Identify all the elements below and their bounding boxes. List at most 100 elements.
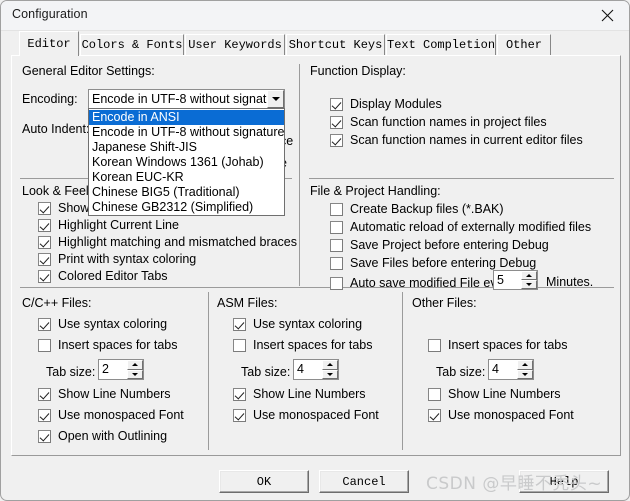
autosave-minutes-stepper[interactable]: 5: [493, 270, 538, 290]
checkbox-display-modules[interactable]: Display Modules: [330, 97, 442, 111]
checkbox-other-use-monospaced-font[interactable]: Use monospaced Font: [428, 408, 574, 422]
tab-shortcut-keys[interactable]: Shortcut Keys: [286, 34, 385, 55]
checkbox-label: Use syntax coloring: [58, 317, 168, 331]
checkbox-icon: [330, 202, 343, 216]
checkbox-colored-editor-tabs[interactable]: Colored Editor Tabs: [38, 269, 168, 283]
dropdown-item-korean-johab[interactable]: Korean Windows 1361 (Johab): [89, 155, 284, 170]
checkbox-label: Show Line Numbers: [58, 387, 171, 401]
checkbox-other-insert-spaces-for-tabs[interactable]: Insert spaces for tabs: [428, 338, 568, 352]
cancel-button[interactable]: Cancel: [319, 470, 409, 493]
encoding-label: Encoding:: [22, 92, 78, 106]
checkbox-other-show-line-numbers[interactable]: Show Line Numbers: [428, 387, 561, 401]
checkbox-label: Highlight matching and mismatched braces: [58, 235, 298, 249]
dropdown-item-japanese-shift-jis[interactable]: Japanese Shift-JIS: [89, 140, 284, 155]
encoding-combobox[interactable]: Encode in UTF-8 without signature: [88, 89, 285, 109]
checkbox-icon: [233, 387, 246, 401]
other-tab-size-stepper[interactable]: 4: [488, 359, 534, 380]
checkbox-automatic-reload-externally-modified[interactable]: Automatic reload of externally modified …: [330, 220, 591, 234]
checkbox-highlight-current-line[interactable]: Highlight Current Line: [38, 218, 179, 232]
tab-editor[interactable]: Editor: [19, 31, 79, 56]
tab-colors-fonts[interactable]: Colors & Fonts: [80, 34, 184, 55]
chevron-down-icon[interactable]: [267, 90, 284, 108]
stepper-up-icon[interactable]: [517, 360, 533, 370]
checkbox-cpp-show-line-numbers[interactable]: Show Line Numbers: [38, 387, 171, 401]
asm-tab-size-value: 4: [297, 362, 304, 376]
look-and-feel-title: Look & Feel:: [22, 184, 93, 198]
stepper-down-icon[interactable]: [521, 280, 537, 289]
stepper-up-icon[interactable]: [127, 360, 143, 370]
checkbox-cpp-open-with-outlining[interactable]: Open with Outlining: [38, 429, 167, 443]
checkbox-icon: [330, 133, 343, 147]
checkbox-scan-function-names-project-files[interactable]: Scan function names in project files: [330, 115, 547, 129]
checkbox-icon: [38, 235, 51, 249]
tab-other[interactable]: Other: [497, 34, 551, 55]
dropdown-item-chinese-gb2312[interactable]: Chinese GB2312 (Simplified): [89, 200, 284, 215]
window-title: Configuration: [12, 7, 88, 21]
checkbox-icon: [38, 201, 51, 215]
autosave-minutes-suffix: Minutes.: [546, 275, 594, 289]
checkbox-label: Print with syntax coloring: [58, 252, 197, 266]
asm-tab-size-stepper[interactable]: 4: [293, 359, 339, 380]
dropdown-item-chinese-big5[interactable]: Chinese BIG5 (Traditional): [89, 185, 284, 200]
encoding-dropdown-list[interactable]: Encode in ANSI Encode in UTF-8 without s…: [88, 108, 285, 216]
cpp-tab-size-label: Tab size:: [46, 365, 96, 379]
column-divider-upper: [299, 64, 300, 286]
cpp-tab-size-stepper[interactable]: 2: [98, 359, 144, 380]
help-button[interactable]: Help: [519, 470, 609, 493]
checkbox-icon: [38, 317, 51, 331]
close-button[interactable]: [585, 1, 629, 30]
checkbox-label: Auto save modified File every: [350, 276, 514, 290]
checkbox-highlight-braces[interactable]: Highlight matching and mismatched braces: [38, 235, 297, 249]
tab-user-keywords[interactable]: User Keywords: [185, 34, 285, 55]
checkbox-asm-use-syntax-coloring[interactable]: Use syntax coloring: [233, 317, 362, 331]
checkbox-save-files-before-debug[interactable]: Save Files before entering Debug: [330, 256, 536, 270]
checkbox-label: Scan function names in project files: [350, 115, 547, 129]
stepper-up-icon[interactable]: [521, 271, 537, 280]
checkbox-label: Save Project before entering Debug: [350, 238, 549, 252]
checkbox-label: Save Files before entering Debug: [350, 256, 537, 270]
divider-cpp-asm: [208, 292, 209, 450]
dropdown-item-encode-ansi[interactable]: Encode in ANSI: [89, 110, 284, 125]
checkbox-cpp-use-syntax-coloring[interactable]: Use syntax coloring: [38, 317, 167, 331]
checkbox-asm-show-line-numbers[interactable]: Show Line Numbers: [233, 387, 366, 401]
autosave-minutes-value: 5: [497, 273, 504, 287]
checkbox-label: Insert spaces for tabs: [58, 338, 178, 352]
ok-button[interactable]: OK: [219, 470, 309, 493]
checkbox-icon: [428, 338, 441, 352]
divider-file-project: [309, 178, 614, 179]
checkbox-label: Insert spaces for tabs: [253, 338, 373, 352]
checkbox-icon: [38, 269, 51, 283]
checkbox-label: Use monospaced Font: [448, 408, 574, 422]
checkbox-label: Open with Outlining: [58, 429, 168, 443]
checkbox-label: Insert spaces for tabs: [448, 338, 568, 352]
tab-text-completion[interactable]: Text Completion: [386, 34, 496, 55]
checkbox-label: Use syntax coloring: [253, 317, 363, 331]
checkbox-save-project-before-debug[interactable]: Save Project before entering Debug: [330, 238, 549, 252]
divider-asm-other: [402, 292, 403, 450]
auto-indent-label: Auto Indent:: [22, 122, 90, 136]
title-bar: Configuration: [1, 1, 629, 31]
checkbox-asm-use-monospaced-font[interactable]: Use monospaced Font: [233, 408, 379, 422]
asm-files-title: ASM Files:: [217, 296, 278, 310]
checkbox-label: Display Modules: [350, 97, 442, 111]
checkbox-label: Use monospaced Font: [58, 408, 184, 422]
dropdown-item-korean-euc-kr[interactable]: Korean EUC-KR: [89, 170, 284, 185]
checkbox-cpp-insert-spaces-for-tabs[interactable]: Insert spaces for tabs: [38, 338, 178, 352]
checkbox-asm-insert-spaces-for-tabs[interactable]: Insert spaces for tabs: [233, 338, 373, 352]
checkbox-create-backup-files[interactable]: Create Backup files (*.BAK): [330, 202, 504, 216]
stepper-up-icon[interactable]: [322, 360, 338, 370]
dropdown-item-encode-utf8[interactable]: Encode in UTF-8 without signature: [89, 125, 284, 140]
checkbox-scan-function-names-current-editor-files[interactable]: Scan function names in current editor fi…: [330, 133, 583, 147]
stepper-down-icon[interactable]: [322, 369, 338, 379]
screenshot-root: Configuration Editor Colors & Fonts User…: [0, 0, 630, 501]
checkbox-auto-save-modified-file[interactable]: Auto save modified File every: [330, 276, 514, 290]
checkbox-print-with-syntax-coloring[interactable]: Print with syntax coloring: [38, 252, 196, 266]
checkbox-cpp-use-monospaced-font[interactable]: Use monospaced Font: [38, 408, 184, 422]
asm-tab-size-label: Tab size:: [241, 365, 291, 379]
stepper-down-icon[interactable]: [127, 369, 143, 379]
checkbox-icon: [38, 252, 51, 266]
stepper-down-icon[interactable]: [517, 369, 533, 379]
encoding-combobox-value: Encode in UTF-8 without signature: [92, 92, 267, 106]
file-project-handling-title: File & Project Handling:: [310, 184, 441, 198]
checkbox-icon: [38, 387, 51, 401]
